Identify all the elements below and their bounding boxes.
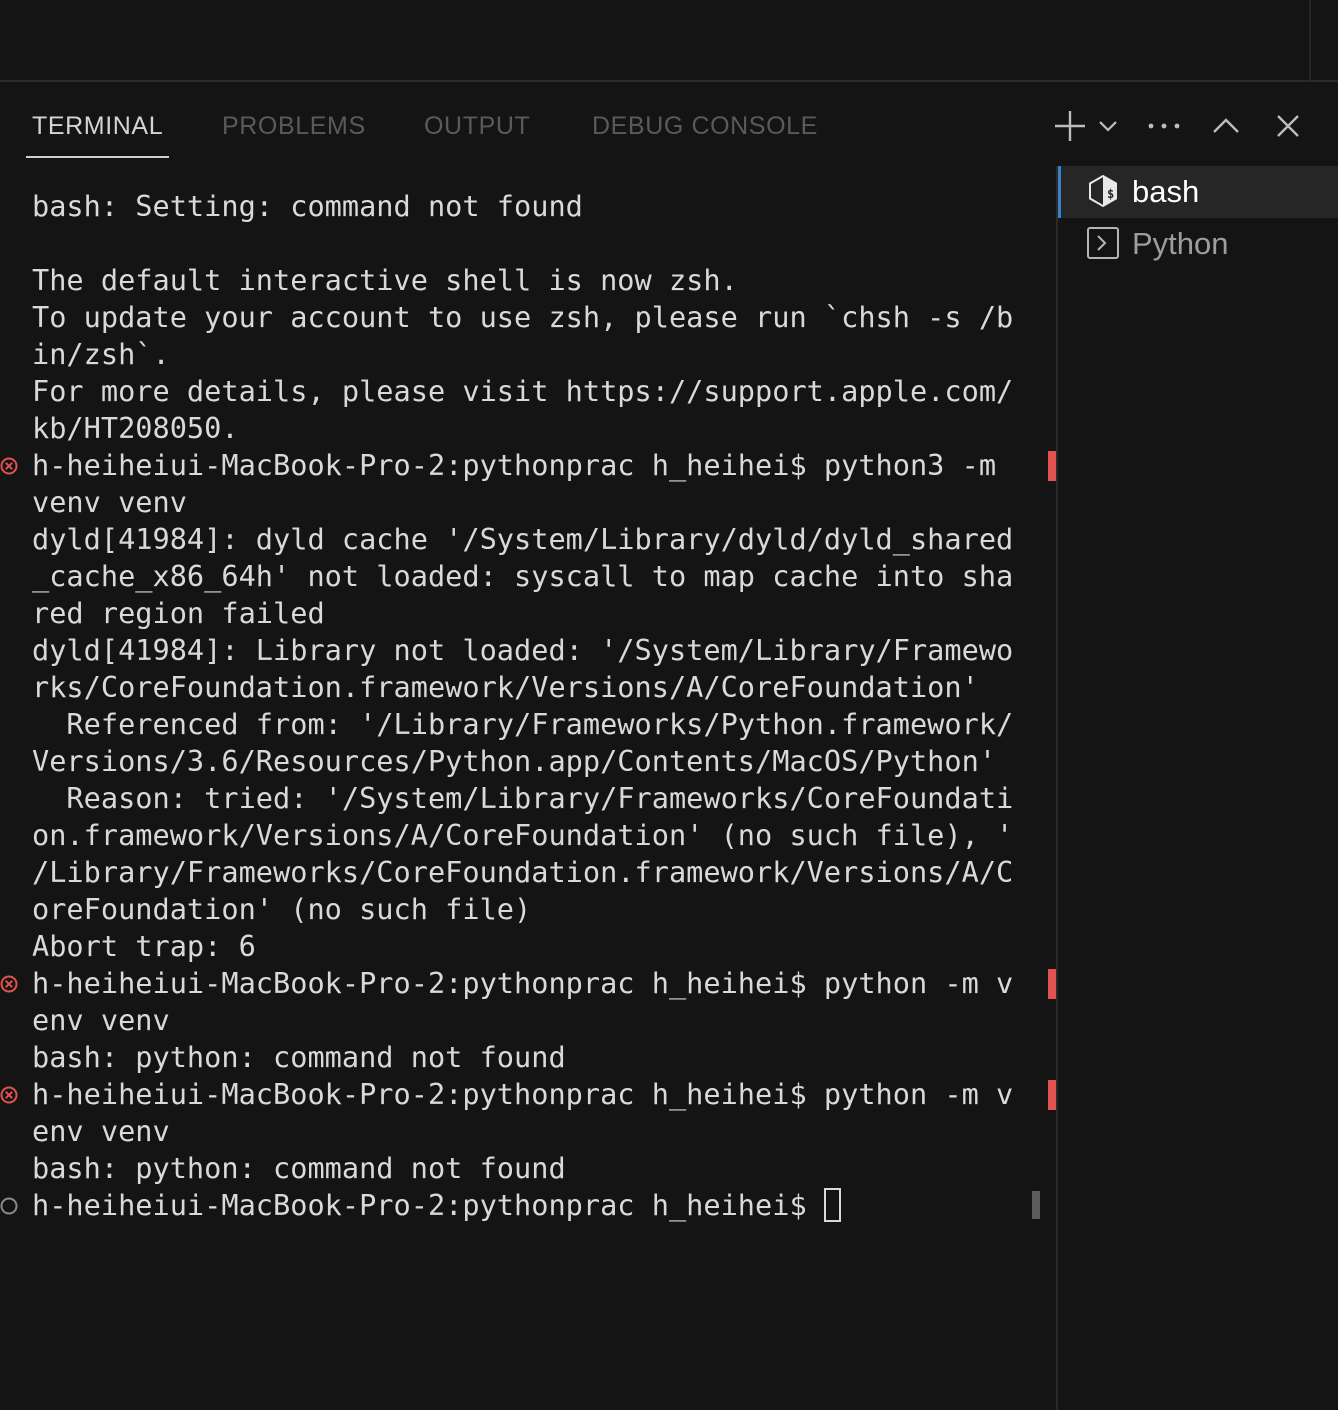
- terminal-line: Versions/3.6/Resources/Python.app/Conten…: [32, 744, 997, 778]
- terminal-tabs-list: $ bash Python: [1056, 166, 1338, 1410]
- scrollbar-error-marker: [1048, 451, 1056, 481]
- command-error-icon[interactable]: [0, 455, 22, 477]
- chevron-down-icon: [1099, 121, 1117, 132]
- terminal-line: dyld[41984]: Library not loaded: '/Syste…: [32, 633, 1014, 667]
- svg-text:$: $: [1107, 187, 1114, 201]
- terminal-line: h-heiheiui-MacBook-Pro-2:pythonprac h_he…: [32, 1077, 1014, 1111]
- terminal-line: in/zsh`.: [32, 337, 170, 371]
- scrollbar-error-marker: [1048, 1080, 1056, 1110]
- terminal-line: bash: Setting: command not found: [32, 189, 583, 223]
- panel-tab-bar: TERMINAL PROBLEMS OUTPUT DEBUG CONSOLE: [0, 84, 1338, 166]
- terminal-viewport[interactable]: bash: Setting: command not found The defa…: [0, 166, 1056, 1410]
- bottom-panel: TERMINAL PROBLEMS OUTPUT DEBUG CONSOLE b…: [0, 84, 1338, 1410]
- launch-profile-button[interactable]: [1090, 106, 1126, 146]
- terminal-line: env venv: [32, 1003, 170, 1037]
- terminal-line: The default interactive shell is now zsh…: [32, 263, 738, 297]
- terminal-line: kb/HT208050.: [32, 411, 239, 445]
- tab-terminal[interactable]: TERMINAL: [32, 112, 163, 141]
- terminal-prompt-icon: [1087, 227, 1119, 259]
- terminal-line: Abort trap: 6: [32, 929, 256, 963]
- terminal-tab-label: bash: [1132, 174, 1200, 209]
- terminal-line: oreFoundation' (no such file): [32, 892, 532, 926]
- tab-debug-console[interactable]: DEBUG CONSOLE: [592, 112, 818, 141]
- terminal-line: bash: python: command not found: [32, 1040, 566, 1074]
- command-error-icon[interactable]: [0, 973, 22, 995]
- ellipsis-icon: [1148, 123, 1180, 129]
- terminal-line: _cache_x86_64h' not loaded: syscall to m…: [32, 559, 1014, 593]
- terminal-line: Reason: tried: '/System/Library/Framewor…: [32, 781, 1014, 815]
- active-terminal-indicator: [1058, 166, 1061, 218]
- editor-group-separator: [1309, 0, 1311, 82]
- terminal-tab-label: Python: [1132, 226, 1229, 261]
- tab-output[interactable]: OUTPUT: [424, 112, 530, 141]
- terminal-cursor: [823, 1188, 841, 1222]
- terminal-line: To update your account to use zsh, pleas…: [32, 300, 1014, 334]
- chevron-up-icon: [1213, 118, 1239, 133]
- terminal-line: h-heiheiui-MacBook-Pro-2:pythonprac h_he…: [32, 1187, 1013, 1224]
- close-icon: [1277, 115, 1299, 137]
- terminal-line: Referenced from: '/Library/Frameworks/Py…: [32, 707, 1014, 741]
- terminal-line: h-heiheiui-MacBook-Pro-2:pythonprac h_he…: [32, 966, 1014, 1000]
- scrollbar-cursor-marker: [1032, 1191, 1040, 1219]
- editor-area: [0, 0, 1338, 82]
- active-tab-indicator: [26, 156, 169, 158]
- terminal-line: dyld[41984]: dyld cache '/System/Library…: [32, 522, 1014, 556]
- terminal-line: on.framework/Versions/A/CoreFoundation' …: [32, 818, 1014, 852]
- terminal-line: env venv: [32, 1114, 170, 1148]
- terminal-output: bash: Setting: command not found The defa…: [32, 188, 1013, 1224]
- more-actions-button[interactable]: [1144, 106, 1184, 146]
- terminal-tab-python[interactable]: Python: [1060, 218, 1338, 270]
- terminal-line: venv venv: [32, 485, 187, 519]
- tab-problems[interactable]: PROBLEMS: [222, 112, 366, 141]
- close-panel-button[interactable]: [1268, 106, 1308, 146]
- command-error-icon[interactable]: [0, 1084, 22, 1106]
- plus-icon: [1055, 111, 1085, 141]
- command-default-icon[interactable]: [0, 1195, 22, 1217]
- terminal-line: For more details, please visit https://s…: [32, 374, 1014, 408]
- scrollbar-error-marker: [1048, 969, 1056, 999]
- maximize-panel-button[interactable]: [1206, 106, 1246, 146]
- terminal-tab-bash[interactable]: $ bash: [1058, 166, 1338, 218]
- terminal-line: rks/CoreFoundation.framework/Versions/A/…: [32, 670, 979, 704]
- terminal-line: /Library/Frameworks/CoreFoundation.frame…: [32, 855, 1014, 889]
- new-terminal-button[interactable]: [1050, 106, 1090, 146]
- terminal-line: bash: python: command not found: [32, 1151, 566, 1185]
- terminal-line: red region failed: [32, 596, 325, 630]
- terminal-line: h-heiheiui-MacBook-Pro-2:pythonprac h_he…: [32, 448, 997, 482]
- bash-shell-icon: $: [1089, 174, 1117, 208]
